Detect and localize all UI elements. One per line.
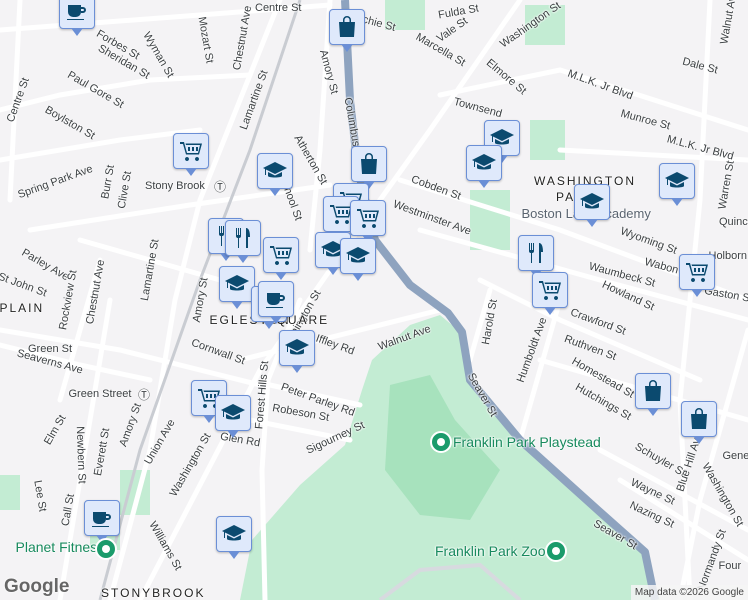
place-marker[interactable] <box>679 254 715 297</box>
map-attribution[interactable]: Map data ©2026 Google <box>630 585 748 600</box>
coffee-icon <box>266 293 285 308</box>
place-marker[interactable] <box>257 153 293 196</box>
zoo-paw-icon[interactable] <box>545 540 567 562</box>
school-icon <box>580 193 604 209</box>
cart-icon <box>686 263 708 282</box>
coffee-icon <box>67 5 86 20</box>
place-marker[interactable] <box>518 235 554 278</box>
planet-fitness-pin-icon[interactable] <box>95 538 117 560</box>
shopping-bag-icon <box>361 153 377 174</box>
cart-icon <box>270 246 292 265</box>
place-marker[interactable] <box>219 266 255 309</box>
park <box>0 475 20 510</box>
restaurant-icon <box>236 228 250 248</box>
park <box>530 120 565 160</box>
cart-icon <box>180 142 202 161</box>
place-marker[interactable] <box>173 133 209 176</box>
school-icon <box>665 172 689 188</box>
school-icon <box>346 247 370 263</box>
place-marker[interactable] <box>263 237 299 280</box>
cart-icon <box>357 209 379 228</box>
place-marker[interactable] <box>340 238 376 281</box>
park <box>470 190 510 250</box>
school-icon <box>221 404 245 420</box>
place-marker[interactable] <box>681 401 717 444</box>
place-marker[interactable] <box>84 500 120 543</box>
park <box>385 0 425 30</box>
restaurant-icon <box>529 243 543 263</box>
playstead-pin-icon[interactable] <box>430 431 452 453</box>
place-marker[interactable] <box>225 220 261 263</box>
cart-icon <box>539 281 561 300</box>
place-marker[interactable] <box>216 516 252 559</box>
place-marker[interactable] <box>532 272 568 315</box>
place-marker[interactable] <box>659 163 695 206</box>
shopping-bag-icon <box>645 380 661 401</box>
place-marker[interactable] <box>215 395 251 438</box>
school-icon <box>285 339 309 355</box>
place-marker[interactable] <box>351 146 387 189</box>
park <box>525 5 565 45</box>
school-icon <box>225 275 249 291</box>
place-marker[interactable] <box>258 281 294 324</box>
place-marker[interactable] <box>635 373 671 416</box>
shopping-bag-icon <box>339 16 355 37</box>
place-marker[interactable] <box>466 145 502 188</box>
google-logo: Google <box>4 576 70 597</box>
school-icon <box>222 525 246 541</box>
place-marker[interactable] <box>59 0 95 36</box>
school-icon <box>263 162 287 178</box>
place-marker[interactable] <box>350 200 386 243</box>
place-marker[interactable] <box>329 9 365 52</box>
school-icon <box>472 154 496 170</box>
place-marker[interactable] <box>279 330 315 373</box>
coffee-icon <box>92 512 111 527</box>
shopping-bag-icon <box>691 408 707 429</box>
place-marker[interactable] <box>574 184 610 227</box>
